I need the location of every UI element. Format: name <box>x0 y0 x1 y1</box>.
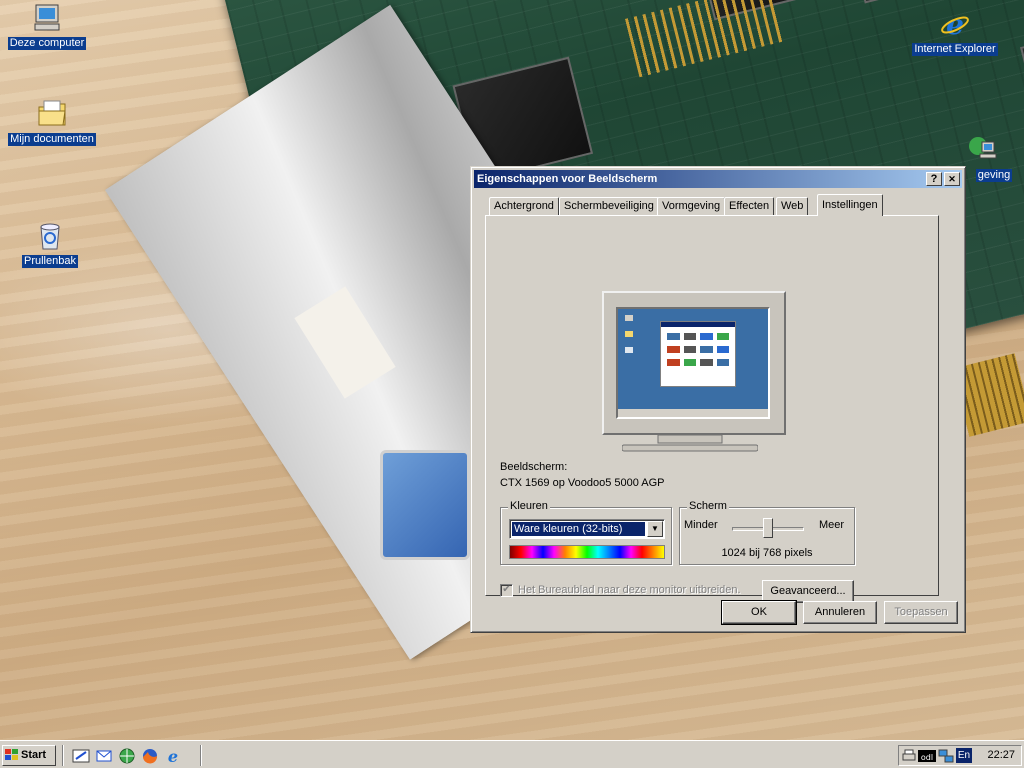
settings-tab-panel: Beeldscherm: CTX 1569 op Voodoo5 5000 AG… <box>485 215 939 603</box>
desktop-icon-label: Mijn documenten <box>8 133 96 146</box>
display-label: Beeldscherm: <box>500 461 568 473</box>
color-spectrum-bar <box>509 545 665 559</box>
odl-icon[interactable]: odl <box>918 748 936 764</box>
chevron-down-icon[interactable]: ▼ <box>647 521 663 537</box>
taskbar: Start e odl En 22:27 <box>0 740 1024 768</box>
slider-max-label: Meer <box>818 519 844 531</box>
resolution-value: 1024 bij 768 pixels <box>721 547 813 559</box>
colors-group-title: Kleuren <box>508 500 550 512</box>
network-tray-icon[interactable] <box>938 748 954 764</box>
start-button[interactable]: Start <box>2 745 56 766</box>
extend-desktop-checkbox[interactable]: ✔ <box>500 584 513 597</box>
ok-button[interactable]: OK <box>721 600 797 625</box>
display-value: CTX 1569 op Voodoo5 5000 AGP <box>500 477 665 489</box>
desktop-icon-my-computer[interactable]: Deze computer <box>2 2 92 50</box>
pcb-chip <box>843 0 1001 4</box>
printer-icon[interactable] <box>901 748 917 764</box>
desktop-icon-label: Deze computer <box>7 37 87 50</box>
mini-window <box>660 321 736 387</box>
windows-logo-icon <box>5 749 18 761</box>
help-button[interactable]: ? <box>926 172 942 186</box>
desktop-icon-internet-explorer[interactable]: e Internet Explorer <box>910 8 1000 56</box>
dialog-title: Eigenschappen voor Beeldscherm <box>477 173 658 185</box>
monitor-screen <box>616 307 770 419</box>
advanced-button[interactable]: Geavanceerd... <box>762 580 854 603</box>
outlook-express-icon[interactable] <box>95 747 113 765</box>
my-computer-icon <box>34 4 60 31</box>
colors-selected-value: Ware kleuren (32-bits) <box>512 522 645 536</box>
apply-button[interactable]: Toepassen <box>884 601 958 624</box>
vga-connector <box>380 450 470 560</box>
colors-select[interactable]: Ware kleuren (32-bits) ▼ <box>509 519 665 539</box>
desktop-icon-label: geving <box>975 169 1013 182</box>
display-properties-dialog: Eigenschappen voor Beeldscherm ? ✕ Achte… <box>470 166 966 633</box>
clock[interactable]: 22:27 <box>987 749 1015 761</box>
network-icon[interactable] <box>118 747 136 765</box>
network-neighborhood-icon <box>969 137 997 159</box>
svg-text:odl: odl <box>921 753 933 762</box>
tab-instellingen[interactable]: Instellingen <box>817 194 883 216</box>
screen-area-group: Scherm Minder Meer 1024 bij 768 pixels <box>679 500 855 565</box>
mini-desktop-icons <box>622 313 636 373</box>
show-desktop-icon[interactable] <box>72 747 90 765</box>
cancel-button[interactable]: Annuleren <box>803 601 877 624</box>
tab-achtergrond[interactable]: Achtergrond <box>489 197 559 216</box>
extend-desktop-label: Het Bureaublad naar deze monitor uitbrei… <box>518 584 741 596</box>
svg-text:e: e <box>168 747 178 765</box>
firefox-icon[interactable] <box>141 747 159 765</box>
desktop-icon-label: Internet Explorer <box>912 43 998 56</box>
internet-explorer-icon[interactable]: e <box>164 747 182 765</box>
svg-text:e: e <box>946 8 964 40</box>
desktop-icon-label: Prullenbak <box>22 255 78 268</box>
system-tray: odl En 22:27 <box>898 745 1022 766</box>
recycle-bin-icon <box>40 223 60 250</box>
tab-web[interactable]: Web <box>776 197 809 216</box>
taskbar-separator <box>200 745 202 766</box>
dialog-titlebar[interactable]: Eigenschappen voor Beeldscherm ? ✕ <box>474 170 962 188</box>
pcb-chip <box>1020 25 1024 135</box>
tab-schermbeveiliging[interactable]: Schermbeveiliging <box>559 197 659 216</box>
internet-explorer-icon: e <box>941 8 969 40</box>
colors-group: Kleuren Ware kleuren (32-bits) ▼ <box>500 500 672 565</box>
monitor-preview <box>602 291 786 435</box>
desktop-icon-recycle-bin[interactable]: Prullenbak <box>5 220 95 268</box>
slider-min-label: Minder <box>684 519 718 531</box>
tab-effecten[interactable]: Effecten <box>724 197 775 216</box>
start-label: Start <box>21 749 47 761</box>
mini-taskbar <box>618 409 768 417</box>
desktop-icon-my-documents[interactable]: Mijn documenten <box>7 98 97 146</box>
resolution-slider-thumb[interactable] <box>763 518 773 538</box>
language-indicator[interactable]: En <box>956 748 972 763</box>
close-button[interactable]: ✕ <box>944 172 960 186</box>
tab-vormgeving[interactable]: Vormgeving <box>657 197 726 216</box>
monitor-stand <box>622 435 758 452</box>
screen-group-title: Scherm <box>687 500 729 512</box>
taskbar-separator <box>62 745 64 766</box>
folder-icon <box>38 100 66 126</box>
